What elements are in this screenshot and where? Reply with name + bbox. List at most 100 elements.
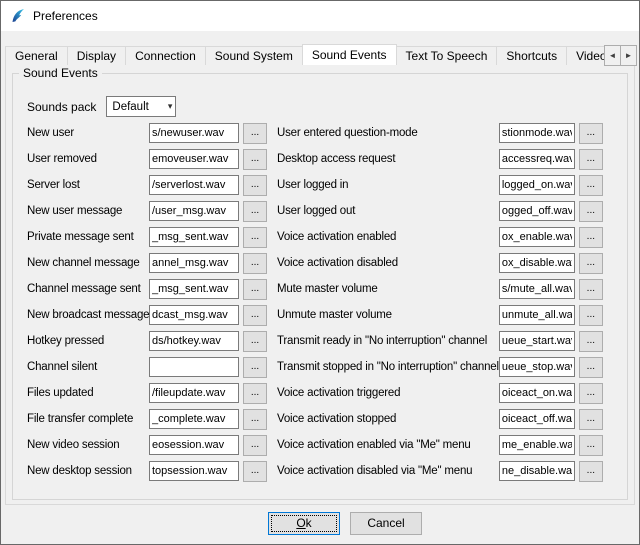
- browse-button[interactable]: ...: [579, 305, 603, 326]
- sound-file-input[interactable]: [149, 201, 239, 221]
- sound-file-input[interactable]: [499, 435, 575, 455]
- app-icon: [10, 8, 26, 24]
- sound-event-row: Server lost ...: [27, 174, 267, 196]
- sound-file-input[interactable]: [149, 305, 239, 325]
- tab-general[interactable]: General: [5, 46, 68, 65]
- sound-file-input[interactable]: [499, 149, 575, 169]
- sounds-pack-combobox[interactable]: Default ▾: [106, 96, 176, 117]
- sound-file-input[interactable]: [499, 357, 575, 377]
- chevron-down-icon: ▾: [168, 101, 173, 112]
- sound-file-input[interactable]: [149, 279, 239, 299]
- sounds-pack-label: Sounds pack: [27, 100, 96, 114]
- sound-event-label: Private message sent: [27, 231, 149, 243]
- browse-button[interactable]: ...: [243, 149, 267, 170]
- sound-file-input[interactable]: [149, 383, 239, 403]
- sound-event-label: Transmit stopped in "No interruption" ch…: [277, 361, 499, 373]
- sound-event-label: Channel silent: [27, 361, 149, 373]
- sound-file-input[interactable]: [499, 331, 575, 351]
- browse-button[interactable]: ...: [243, 279, 267, 300]
- browse-button[interactable]: ...: [579, 279, 603, 300]
- sound-file-input[interactable]: [499, 175, 575, 195]
- sound-file-input[interactable]: [149, 149, 239, 169]
- groupbox-title: Sound Events: [19, 66, 102, 80]
- sound-event-row: New user message ...: [27, 200, 267, 222]
- sound-file-input[interactable]: [149, 253, 239, 273]
- tab-label: Sound System: [215, 49, 293, 63]
- tab-connection[interactable]: Connection: [125, 46, 206, 65]
- sound-file-input[interactable]: [499, 253, 575, 273]
- browse-button[interactable]: ...: [579, 357, 603, 378]
- sound-file-input[interactable]: [149, 461, 239, 481]
- browse-button[interactable]: ...: [579, 149, 603, 170]
- sound-file-input[interactable]: [149, 123, 239, 143]
- browse-button[interactable]: ...: [243, 461, 267, 482]
- sound-event-label: User entered question-mode: [277, 127, 499, 139]
- sound-file-input[interactable]: [499, 279, 575, 299]
- browse-button[interactable]: ...: [579, 253, 603, 274]
- sound-event-label: Voice activation stopped: [277, 413, 499, 425]
- sound-event-label: User removed: [27, 153, 149, 165]
- tab-sound-events[interactable]: Sound Events: [302, 44, 397, 65]
- browse-button[interactable]: ...: [243, 331, 267, 352]
- browse-button[interactable]: ...: [579, 175, 603, 196]
- sound-event-label: User logged in: [277, 179, 499, 191]
- tab-text-to-speech[interactable]: Text To Speech: [396, 46, 498, 65]
- sound-file-input[interactable]: [149, 227, 239, 247]
- browse-button[interactable]: ...: [579, 461, 603, 482]
- sound-file-input[interactable]: [149, 175, 239, 195]
- sound-file-input[interactable]: [149, 435, 239, 455]
- browse-button[interactable]: ...: [579, 331, 603, 352]
- sound-event-row: New channel message ...: [27, 252, 267, 274]
- tab-display[interactable]: Display: [67, 46, 126, 65]
- sound-file-input[interactable]: [499, 227, 575, 247]
- tab-scroll-right-button[interactable]: ►: [620, 45, 637, 66]
- tab-sound-system[interactable]: Sound System: [205, 46, 303, 65]
- sound-event-label: New broadcast message: [27, 309, 149, 321]
- ok-button[interactable]: Ok: [268, 512, 340, 535]
- sound-event-row: Channel message sent ...: [27, 278, 267, 300]
- tab-shortcuts[interactable]: Shortcuts: [496, 46, 567, 65]
- sound-event-row: New broadcast message ...: [27, 304, 267, 326]
- cancel-button[interactable]: Cancel: [350, 512, 422, 535]
- sound-event-label: New channel message: [27, 257, 149, 269]
- browse-button[interactable]: ...: [243, 227, 267, 248]
- browse-button[interactable]: ...: [243, 253, 267, 274]
- sound-file-input[interactable]: [149, 409, 239, 429]
- browse-button[interactable]: ...: [579, 227, 603, 248]
- browse-button[interactable]: ...: [579, 383, 603, 404]
- sound-file-input[interactable]: [499, 123, 575, 143]
- browse-button[interactable]: ...: [243, 123, 267, 144]
- button-group: Ok Cancel: [268, 512, 422, 535]
- sound-file-input[interactable]: [149, 331, 239, 351]
- preferences-dialog: Preferences General Display Connection S…: [0, 0, 640, 545]
- tab-label: Video: [576, 49, 606, 63]
- sound-event-label: Voice activation enabled via "Me" menu: [277, 439, 499, 451]
- browse-button[interactable]: ...: [579, 123, 603, 144]
- browse-button[interactable]: ...: [243, 357, 267, 378]
- sound-event-label: Voice activation disabled via "Me" menu: [277, 465, 499, 477]
- browse-button[interactable]: ...: [579, 435, 603, 456]
- browse-button[interactable]: ...: [243, 201, 267, 222]
- sound-file-input[interactable]: [499, 201, 575, 221]
- tab-scroll-left-button[interactable]: ◄: [604, 45, 621, 66]
- sound-event-row: File transfer complete ...: [27, 408, 267, 430]
- tab-label: Connection: [135, 49, 196, 63]
- sound-event-label: File transfer complete: [27, 413, 149, 425]
- browse-button[interactable]: ...: [243, 383, 267, 404]
- sound-file-input[interactable]: [499, 383, 575, 403]
- sound-file-input[interactable]: [499, 461, 575, 481]
- sound-file-input[interactable]: [499, 409, 575, 429]
- browse-button[interactable]: ...: [579, 201, 603, 222]
- browse-button[interactable]: ...: [579, 409, 603, 430]
- sound-event-row: Files updated ...: [27, 382, 267, 404]
- browse-button[interactable]: ...: [243, 305, 267, 326]
- browse-button[interactable]: ...: [243, 175, 267, 196]
- sound-file-input[interactable]: [149, 357, 239, 377]
- tab-label: Sound Events: [312, 48, 387, 62]
- sound-file-input[interactable]: [499, 305, 575, 325]
- sound-event-row: Transmit ready in "No interruption" chan…: [277, 330, 603, 352]
- sound-event-label: Hotkey pressed: [27, 335, 149, 347]
- browse-button[interactable]: ...: [243, 409, 267, 430]
- sound-event-row: Voice activation disabled via "Me" menu …: [277, 460, 603, 482]
- browse-button[interactable]: ...: [243, 435, 267, 456]
